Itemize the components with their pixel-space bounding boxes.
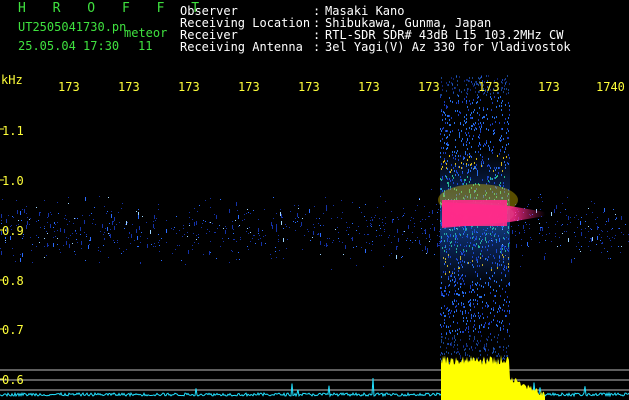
y-tick-5: 0.7 <box>2 323 24 337</box>
spectrogram <box>0 75 629 400</box>
x-tick-9: 173 <box>538 80 560 94</box>
x-tick-10: 1740 <box>596 80 625 94</box>
amplitude-trace <box>0 355 629 400</box>
x-tick-1: 173 <box>58 80 80 94</box>
x-tick-2: 173 <box>118 80 140 94</box>
y-tick-4: 0.8 <box>2 274 24 288</box>
meteor-echo <box>438 150 545 290</box>
meteor-amplitude-burst <box>441 355 545 400</box>
x-tick-5: 173 <box>298 80 320 94</box>
y-tick-3: 0.9 <box>2 224 24 238</box>
echo-core-block <box>442 200 507 226</box>
x-tick-3: 173 <box>178 80 200 94</box>
y-tick-2: 1.0 <box>2 174 24 188</box>
axis-unit: kHz <box>1 73 23 87</box>
x-tick-4: 173 <box>238 80 260 94</box>
x-tick-8: 173 <box>478 80 500 94</box>
y-tick-6: 0.6 <box>2 373 24 387</box>
x-tick-7: 173 <box>418 80 440 94</box>
noise-band <box>0 189 629 270</box>
x-tick-6: 173 <box>358 80 380 94</box>
y-tick-1: 1.1 <box>2 124 24 138</box>
